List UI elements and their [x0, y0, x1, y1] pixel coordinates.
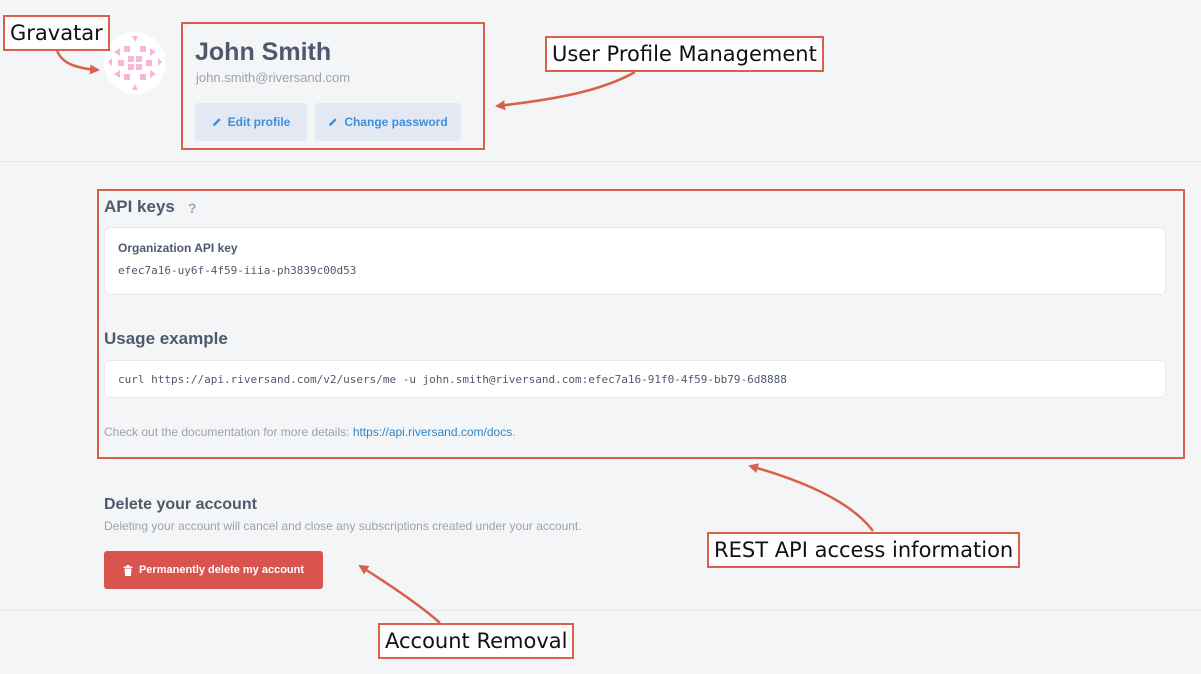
delete-account-title: Delete your account — [104, 496, 257, 513]
trash-icon — [123, 564, 133, 576]
api-highlight-frame — [97, 189, 1185, 459]
removal-callout: Account Removal — [378, 623, 575, 659]
api-callout: REST API access information — [707, 532, 1021, 568]
identicon-icon — [108, 36, 162, 90]
divider — [0, 610, 1201, 611]
gravatar-avatar — [104, 32, 166, 94]
delete-account-description: Deleting your account will cancel and cl… — [104, 519, 582, 533]
profile-highlight-frame — [181, 22, 485, 150]
profile-callout: User Profile Management — [545, 36, 824, 72]
delete-account-button[interactable]: Permanently delete my account — [104, 551, 323, 589]
delete-account-label: Permanently delete my account — [138, 564, 305, 576]
gravatar-callout: Gravatar — [3, 15, 110, 51]
